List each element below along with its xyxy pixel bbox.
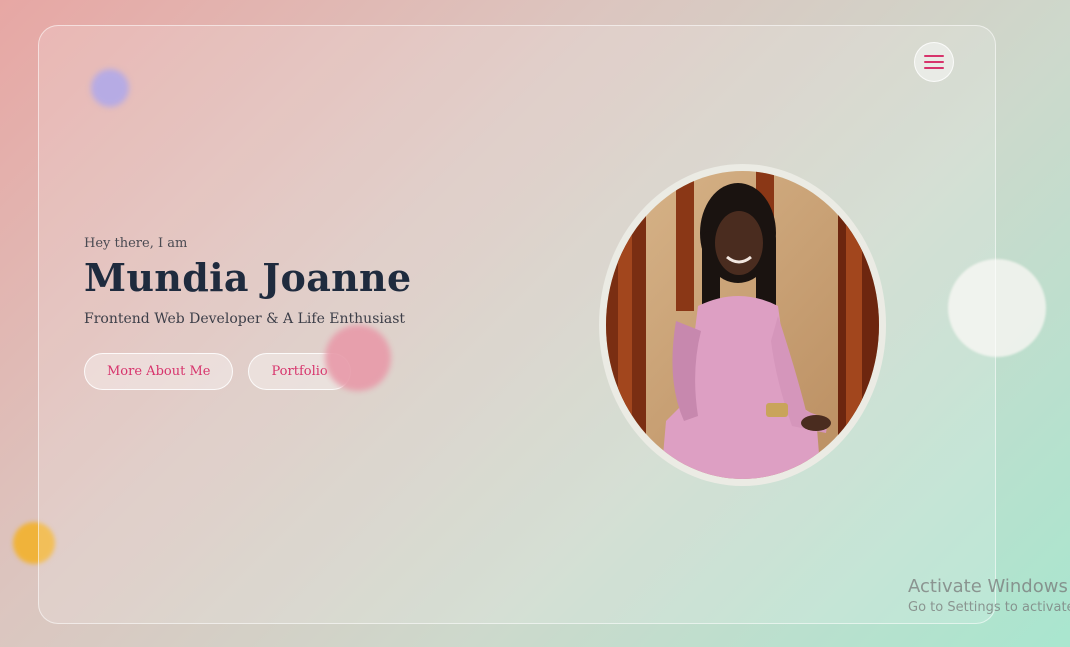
watermark-title: Activate Windows [908, 576, 1068, 597]
portrait-photo [606, 171, 879, 479]
hero-card: Hey there, I am Mundia Joanne Frontend W… [38, 25, 996, 624]
hero-name: Mundia Joanne [84, 255, 412, 300]
menu-button[interactable] [914, 42, 954, 82]
watermark-subtitle: Go to Settings to activate [908, 600, 1070, 615]
hero-intro: Hey there, I am Mundia Joanne Frontend W… [84, 236, 524, 390]
more-about-me-button[interactable]: More About Me [84, 352, 234, 390]
greeting-text: Hey there, I am [84, 236, 188, 251]
hero-tagline: Frontend Web Developer & A Life Enthusia… [84, 310, 406, 327]
activate-windows-watermark: Activate Windows Go to Settings to activ… [908, 576, 1070, 615]
portrait-frame [599, 164, 886, 486]
hamburger-menu-icon [924, 55, 944, 69]
decorative-blob-pink [325, 325, 391, 391]
hero-buttons: More About Me Portfolio [84, 352, 524, 390]
